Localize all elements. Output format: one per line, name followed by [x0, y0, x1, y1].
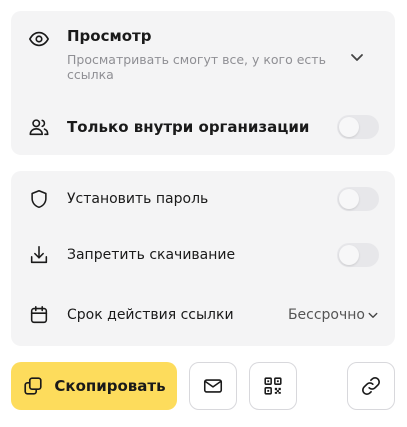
- expiry-row: Срок действия ссылки Бессрочно: [11, 303, 395, 327]
- qr-code-button[interactable]: [249, 362, 297, 410]
- users-icon: [27, 115, 51, 139]
- chevron-down-icon: [351, 54, 363, 61]
- password-label: Установить пароль: [67, 191, 209, 207]
- download-icon: [27, 243, 51, 267]
- copy-link-icon-button[interactable]: [347, 362, 395, 410]
- org-only-toggle[interactable]: [337, 115, 379, 139]
- expiry-label: Срок действия ссылки: [67, 307, 234, 323]
- access-level-selector[interactable]: Просмотр Просматривать смогут все, у ког…: [11, 11, 395, 91]
- org-only-label: Только внутри организации: [67, 118, 310, 136]
- mail-icon: [203, 379, 223, 393]
- link-settings-card: Установить пароль Запретить скачивание С…: [11, 171, 395, 346]
- access-card: Просмотр Просматривать смогут все, у ког…: [11, 11, 395, 155]
- toggle-knob: [339, 189, 359, 209]
- no-download-row: Запретить скачивание: [11, 243, 395, 267]
- toggle-knob: [339, 117, 359, 137]
- share-email-button[interactable]: [189, 362, 237, 410]
- org-only-row: Только внутри организации: [11, 115, 395, 139]
- qr-code-icon: [264, 377, 282, 395]
- eye-icon: [27, 27, 51, 51]
- copy-icon: [24, 377, 43, 395]
- password-toggle[interactable]: [337, 187, 379, 211]
- access-level-description: Просматривать смогут все, у кого есть сс…: [67, 52, 326, 82]
- toggle-knob: [339, 245, 359, 265]
- no-download-toggle[interactable]: [337, 243, 379, 267]
- no-download-label: Запретить скачивание: [67, 247, 236, 263]
- access-level-title: Просмотр: [67, 27, 152, 45]
- copy-button-label: Скопировать: [54, 377, 166, 395]
- link-icon: [362, 377, 380, 395]
- expiry-select[interactable]: Бессрочно: [288, 303, 379, 327]
- chevron-down-icon: [368, 312, 378, 318]
- expiry-value: Бессрочно: [287, 307, 365, 323]
- shield-icon: [27, 187, 51, 211]
- copy-link-button[interactable]: Скопировать: [11, 362, 177, 410]
- calendar-icon: [27, 303, 51, 327]
- password-row: Установить пароль: [11, 187, 395, 211]
